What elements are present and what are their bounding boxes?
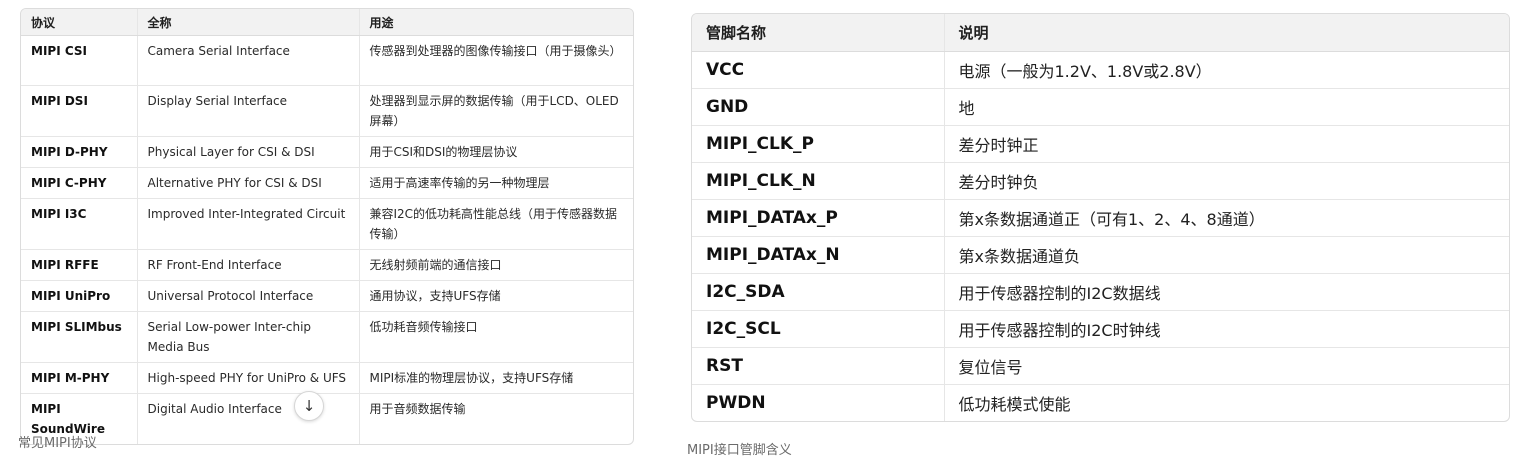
protocol-name: MIPI I3C — [21, 198, 137, 250]
protocol-name: MIPI SLIMbus — [21, 311, 137, 363]
pin-description: 低功耗模式使能 — [943, 384, 1509, 421]
table-row: MIPI UniPro Universal Protocol Interface… — [21, 280, 633, 312]
protocol-full-name: Display Serial Interface — [136, 85, 359, 137]
table-row: MIPI I3C Improved Inter-Integrated Circu… — [21, 198, 633, 250]
pin-description: 复位信号 — [943, 347, 1509, 385]
protocol-usage: 用于音频数据传输 — [358, 393, 633, 444]
pin-name: MIPI_CLK_P — [692, 125, 944, 163]
pin-description: 地 — [943, 88, 1509, 126]
pin-description: 电源（一般为1.2V、1.8V或2.8V） — [943, 51, 1509, 89]
scroll-down-button[interactable]: ↓ — [294, 391, 324, 421]
table-row: I2C_SCL 用于传感器控制的I2C时钟线 — [692, 310, 1509, 348]
pin-description: 第x条数据通道正（可有1、2、4、8通道） — [943, 199, 1509, 237]
protocol-full-name: Serial Low-power Inter-chip Media Bus — [136, 311, 359, 363]
protocols-caption: 常见MIPI协议 — [18, 436, 97, 451]
mipi-protocols-table: 协议 全称 用途 MIPI CSI Camera Serial Interfac… — [21, 9, 633, 444]
pin-description: 用于传感器控制的I2C时钟线 — [943, 310, 1509, 348]
mipi-protocols-table-container: 协议 全称 用途 MIPI CSI Camera Serial Interfac… — [20, 8, 634, 445]
protocol-usage: 兼容I2C的低功耗高性能总线（用于传感器数据传输） — [358, 198, 633, 250]
column-header-full-name: 全称 — [136, 9, 359, 36]
protocol-full-name: Universal Protocol Interface — [136, 280, 359, 312]
protocol-full-name: Alternative PHY for CSI & DSI — [136, 167, 359, 199]
table-header-row: 管脚名称 说明 — [692, 14, 1509, 52]
protocol-full-name: High-speed PHY for UniPro & UFS — [136, 362, 359, 394]
table-row: MIPI M-PHY High-speed PHY for UniPro & U… — [21, 362, 633, 394]
protocol-name: MIPI RFFE — [21, 249, 137, 281]
table-row: MIPI SLIMbus Serial Low-power Inter-chip… — [21, 311, 633, 363]
table-row: MIPI_CLK_P 差分时钟正 — [692, 125, 1509, 163]
protocol-full-name: Digital Audio Interface — [136, 393, 359, 444]
table-row: MIPI_DATAx_N 第x条数据通道负 — [692, 236, 1509, 274]
column-header-protocol: 协议 — [21, 9, 137, 36]
table-row: MIPI DSI Display Serial Interface 处理器到显示… — [21, 85, 633, 137]
pin-description: 差分时钟负 — [943, 162, 1509, 200]
pin-name: MIPI_DATAx_N — [692, 236, 944, 274]
protocol-name: MIPI DSI — [21, 85, 137, 137]
protocol-name: MIPI CSI — [21, 35, 137, 86]
protocol-name: MIPI D-PHY — [21, 136, 137, 168]
pin-name: MIPI_DATAx_P — [692, 199, 944, 237]
table-row: I2C_SDA 用于传感器控制的I2C数据线 — [692, 273, 1509, 311]
column-header-usage: 用途 — [358, 9, 633, 36]
table-row: VCC 电源（一般为1.2V、1.8V或2.8V） — [692, 51, 1509, 89]
protocol-usage: 无线射频前端的通信接口 — [358, 249, 633, 281]
table-row: MIPI_DATAx_P 第x条数据通道正（可有1、2、4、8通道） — [692, 199, 1509, 237]
table-row: MIPI RFFE RF Front-End Interface 无线射频前端的… — [21, 249, 633, 281]
pin-name: RST — [692, 347, 944, 385]
column-header-pin-name: 管脚名称 — [692, 14, 944, 52]
table-row: MIPI_CLK_N 差分时钟负 — [692, 162, 1509, 200]
pin-name: GND — [692, 88, 944, 126]
protocol-full-name: RF Front-End Interface — [136, 249, 359, 281]
pins-caption: MIPI接口管脚含义 — [687, 443, 792, 458]
pin-name: VCC — [692, 51, 944, 89]
protocol-usage: 传感器到处理器的图像传输接口（用于摄像头） — [358, 35, 633, 86]
table-row: PWDN 低功耗模式使能 — [692, 384, 1509, 421]
mipi-pins-table-container: 管脚名称 说明 VCC 电源（一般为1.2V、1.8V或2.8V） GND 地 … — [691, 13, 1510, 422]
protocol-full-name: Camera Serial Interface — [136, 35, 359, 86]
arrow-down-icon: ↓ — [302, 397, 316, 415]
protocol-usage: 处理器到显示屏的数据传输（用于LCD、OLED屏幕） — [358, 85, 633, 137]
table-row: MIPI D-PHY Physical Layer for CSI & DSI … — [21, 136, 633, 168]
protocol-usage: 通用协议，支持UFS存储 — [358, 280, 633, 312]
table-row: GND 地 — [692, 88, 1509, 126]
pin-name: I2C_SCL — [692, 310, 944, 348]
pin-name: MIPI_CLK_N — [692, 162, 944, 200]
column-header-description: 说明 — [943, 14, 1509, 52]
protocol-usage: 用于CSI和DSI的物理层协议 — [358, 136, 633, 168]
pin-description: 用于传感器控制的I2C数据线 — [943, 273, 1509, 311]
pin-description: 第x条数据通道负 — [943, 236, 1509, 274]
protocol-name: MIPI M-PHY — [21, 362, 137, 394]
protocol-name: MIPI C-PHY — [21, 167, 137, 199]
table-row: MIPI C-PHY Alternative PHY for CSI & DSI… — [21, 167, 633, 199]
protocol-name: MIPI UniPro — [21, 280, 137, 312]
pin-description: 差分时钟正 — [943, 125, 1509, 163]
table-row: MIPI CSI Camera Serial Interface 传感器到处理器… — [21, 35, 633, 86]
protocol-full-name: Improved Inter-Integrated Circuit — [136, 198, 359, 250]
protocol-usage: 低功耗音频传输接口 — [358, 311, 633, 363]
table-header-row: 协议 全称 用途 — [21, 9, 633, 36]
table-row: MIPI SoundWire Digital Audio Interface 用… — [21, 393, 633, 444]
pin-name: PWDN — [692, 384, 944, 421]
table-row: RST 复位信号 — [692, 347, 1509, 385]
protocol-full-name: Physical Layer for CSI & DSI — [136, 136, 359, 168]
protocol-usage: 适用于高速率传输的另一种物理层 — [358, 167, 633, 199]
pin-name: I2C_SDA — [692, 273, 944, 311]
mipi-pins-table: 管脚名称 说明 VCC 电源（一般为1.2V、1.8V或2.8V） GND 地 … — [692, 14, 1509, 421]
protocol-usage: MIPI标准的物理层协议，支持UFS存储 — [358, 362, 633, 394]
